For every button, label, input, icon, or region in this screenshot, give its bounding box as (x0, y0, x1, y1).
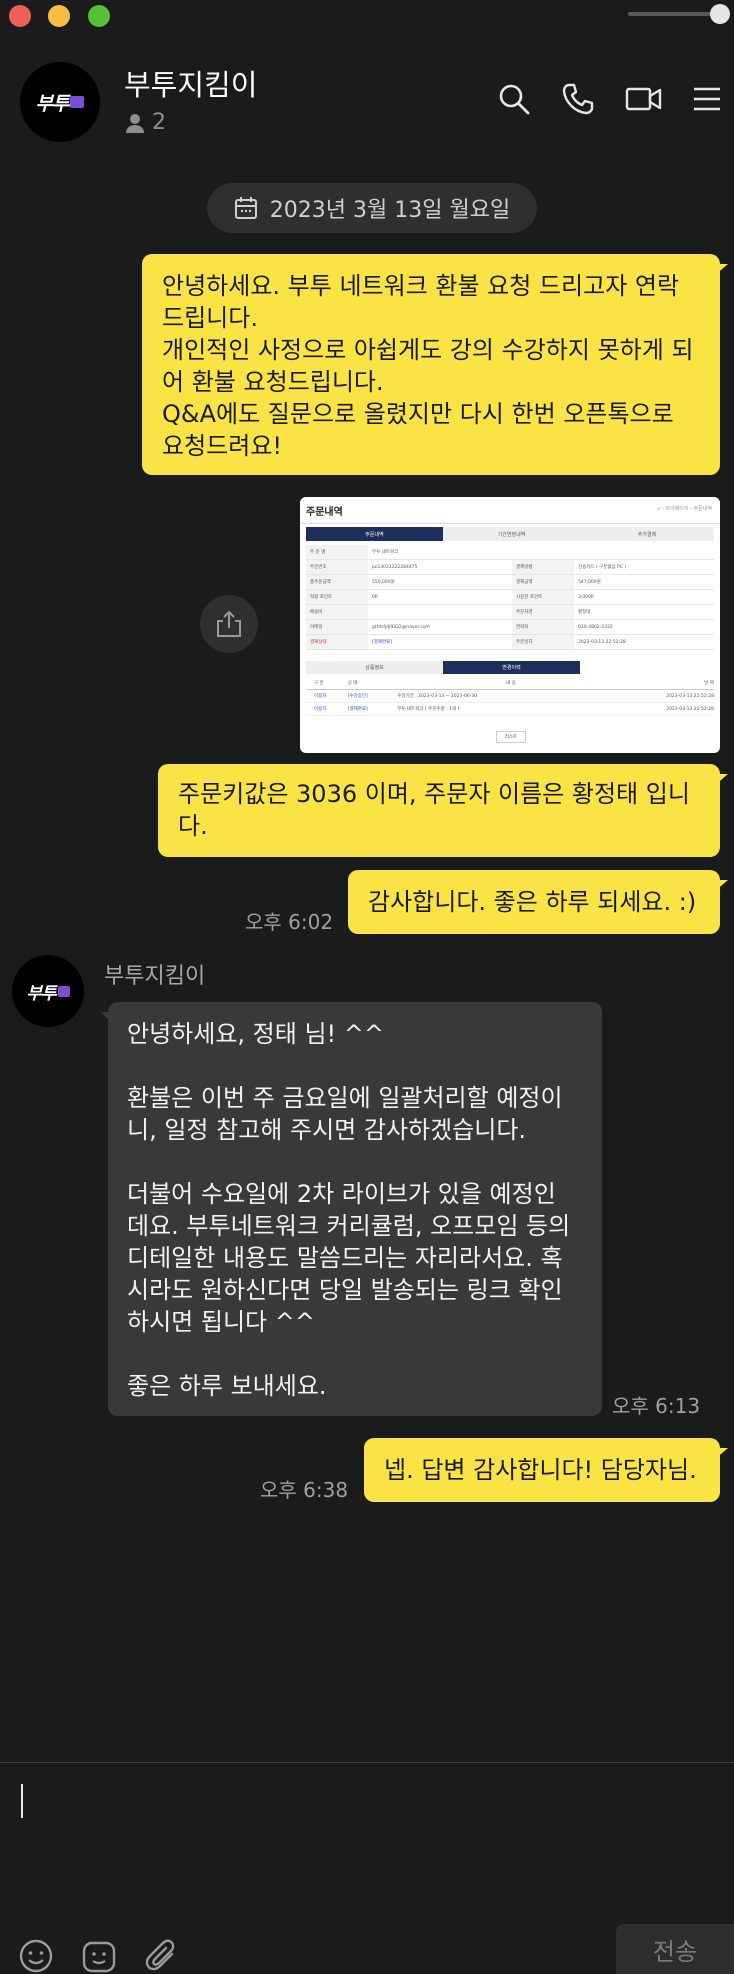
shot-tab-extension: 기간연장내역 (443, 527, 580, 541)
message-line: 감사합니다. 좋은 하루 되세요. :) (368, 888, 697, 916)
opacity-slider-handle[interactable] (710, 4, 730, 24)
calendar-icon (234, 197, 257, 219)
message-line: 데요. 부투네트워크 커리큘럼, 오프모임 등의 (127, 1212, 571, 1240)
message-line: 드립니다. (162, 304, 258, 332)
message-line: 좋은 하루 보내세요. (127, 1372, 327, 1400)
shot-title: 주문내역 (306, 507, 343, 518)
menu-icon[interactable] (692, 82, 722, 116)
message-line: 개인적인 사정으로 아쉽게도 강의 수강하지 못하게 되 (162, 336, 694, 364)
avatar-logo-text: 부투 (26, 983, 56, 1004)
message-line: 환불은 이번 주 금요일에 일괄처리할 예정이 (127, 1084, 563, 1112)
shot-history-table: 구 분상 태내 용날 짜 이용자 [수강승인] 수강기간 : 2023-03-13 … (306, 677, 714, 716)
emoji-icon[interactable] (18, 1938, 54, 1974)
share-button[interactable] (200, 595, 258, 653)
maximize-window-button[interactable] (88, 5, 110, 27)
sender-name: 부투지킴이 (104, 964, 206, 989)
member-count-value: 2 (152, 110, 166, 135)
image-attachment[interactable]: 주문내역 ⌂ › 마이페이지 › 주문내역 주문내역 기간연장내역 추가결제 주… (300, 497, 720, 753)
close-window-button[interactable] (9, 5, 31, 27)
sender-avatar[interactable]: 부투 (12, 955, 84, 1027)
message-line: Q&A에도 질문으로 올렸지만 다시 한번 오픈톡으로 (162, 400, 674, 428)
message-line: 요청드려요! (162, 432, 283, 460)
message-line: 니, 일정 참고해 주시면 감사하겠습니다. (127, 1116, 527, 1144)
opacity-slider-track[interactable] (628, 12, 716, 16)
message-time: 오후 6:13 (612, 1394, 701, 1418)
tv-icon (57, 985, 70, 997)
message-time: 오후 6:38 (260, 1478, 349, 1502)
message-line: 시라도 원하신다면 당일 발송되는 링크 확인 (127, 1276, 563, 1304)
shot-tab-orders: 주문내역 (306, 527, 443, 541)
attach-icon[interactable] (144, 1938, 180, 1974)
message-line: 넵. 답변 감사합니다! 담당자님. (384, 1456, 697, 1484)
share-icon (217, 610, 241, 637)
message-line: 하시면 됩니다 ^^ (127, 1308, 315, 1336)
send-button[interactable]: 전송 (616, 1924, 734, 1974)
my-message-bubble[interactable]: 넵. 답변 감사합니다! 담당자님. (364, 1438, 728, 1502)
shot-tab-extra: 추가결제 (580, 527, 714, 541)
message-time: 오후 6:02 (245, 910, 334, 934)
emoticon-icon[interactable] (81, 1938, 117, 1974)
text-caret (21, 1784, 23, 1818)
member-count[interactable]: 2 (124, 110, 166, 135)
my-message-bubble[interactable]: 주문키값은 3036 이며, 주문자 이름은 황정태 입니 다. (158, 764, 728, 857)
room-avatar[interactable]: 부투 (20, 62, 100, 142)
minimize-window-button[interactable] (48, 5, 70, 27)
shot-breadcrumb: ⌂ › 마이페이지 › 주문내역 (657, 506, 712, 512)
message-line: 안녕하세요, 정태 님! ^^ (127, 1020, 384, 1048)
my-message-bubble[interactable]: 안녕하세요. 부투 네트워크 환불 요청 드리고자 연락 드립니다. 개인적인 … (142, 254, 728, 475)
room-title[interactable]: 부투지킴이 (124, 62, 257, 104)
shot-subtab-history: 변경이력 (443, 661, 580, 674)
phone-icon[interactable] (561, 82, 595, 116)
person-icon (126, 113, 144, 133)
search-icon[interactable] (497, 82, 531, 116)
message-line: 다. (178, 812, 208, 840)
message-line: 안녕하세요. 부투 네트워크 환불 요청 드리고자 연락 (162, 272, 680, 300)
received-message-bubble[interactable]: 안녕하세요, 정태 님! ^^ 환불은 이번 주 금요일에 일괄처리할 예정이 … (100, 1002, 602, 1416)
message-line: 주문키값은 3036 이며, 주문자 이름은 황정태 입니 (178, 780, 690, 808)
tv-icon (70, 96, 85, 108)
shot-subtab-product: 상품정보 (306, 661, 443, 674)
my-message-bubble[interactable]: 감사합니다. 좋은 하루 되세요. :) (348, 870, 728, 934)
shot-list-button: 리스트 (496, 731, 526, 743)
date-divider: 2023년 3월 13일 월요일 (207, 183, 537, 233)
message-line: 더불어 수요일에 2차 라이브가 있을 예정인 (127, 1180, 556, 1208)
message-line: 어 환불 요청드립니다. (162, 368, 384, 396)
video-call-icon[interactable] (625, 82, 663, 116)
date-divider-text: 2023년 3월 13일 월요일 (269, 198, 511, 223)
shot-order-table: 주 문 명 부투 네트워크 주문번호 pc23031322284475 결제방법 신용카… (306, 545, 714, 650)
message-line: 디테일한 내용도 말씀드리는 자리라서요. 혹 (127, 1244, 563, 1272)
avatar-logo-text: 부투 (35, 92, 70, 115)
